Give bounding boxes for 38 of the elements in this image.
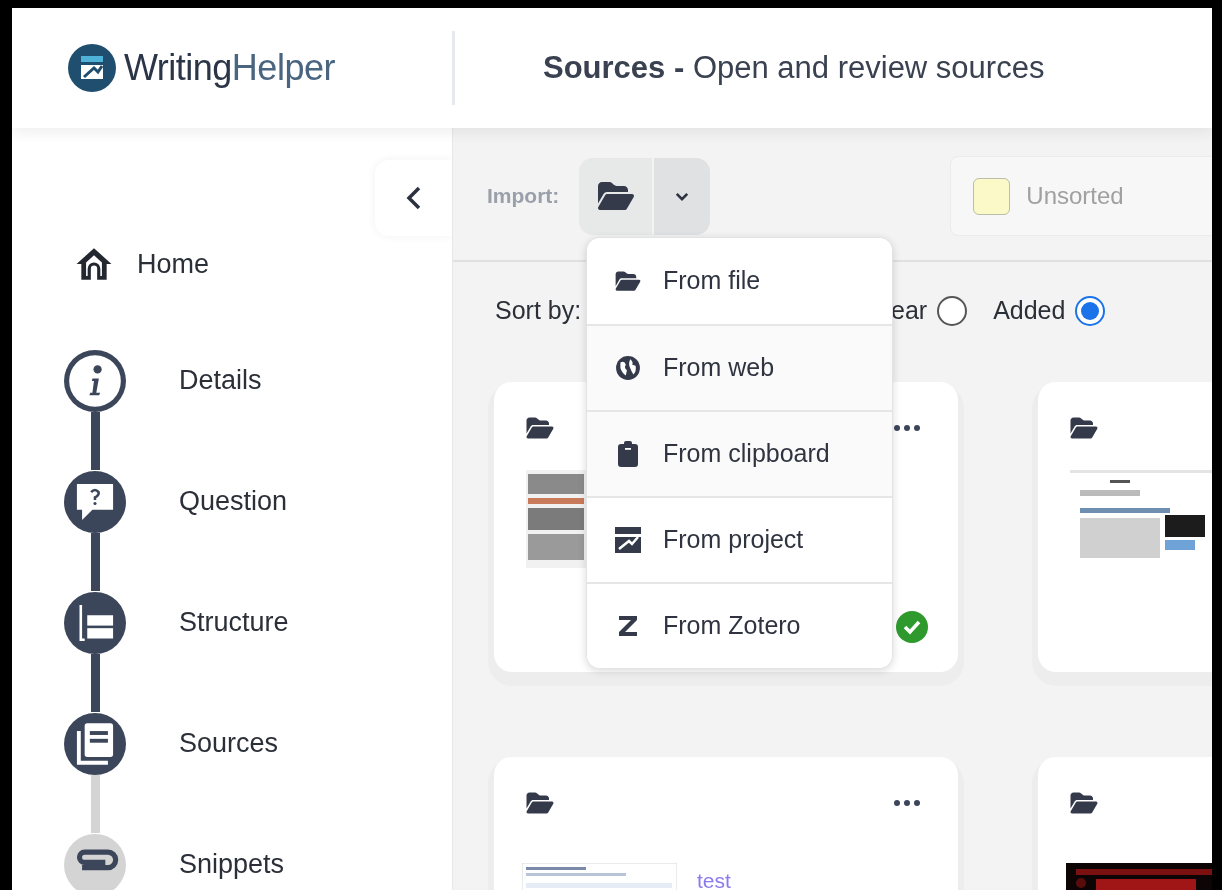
clipboard-icon: [618, 441, 638, 467]
menu-item[interactable]: From file: [587, 238, 892, 324]
step-link[interactable]: Structure: [179, 602, 289, 643]
radio-button[interactable]: [1075, 296, 1106, 326]
step-link[interactable]: Sources: [179, 723, 279, 764]
step-icon[interactable]: [64, 470, 126, 533]
logo-icon: [68, 44, 116, 92]
home-link[interactable]: Home: [75, 243, 210, 285]
chevron-down-icon: [675, 190, 690, 202]
radio-button[interactable]: [937, 296, 968, 326]
more-icon[interactable]: [894, 800, 920, 806]
menu-item[interactable]: From Zotero: [587, 582, 892, 668]
menu-item[interactable]: From project: [587, 496, 892, 582]
step-link[interactable]: Question: [179, 481, 288, 522]
step-icon[interactable]: [64, 833, 126, 890]
step-icon[interactable]: [64, 712, 126, 775]
step-icon[interactable]: [64, 591, 126, 654]
step-link[interactable]: Details: [179, 360, 262, 401]
project-icon: [615, 527, 641, 553]
menu-item[interactable]: From clipboard: [587, 410, 892, 496]
logo-text: Writing: [124, 46, 232, 90]
color-swatch: [973, 177, 1011, 215]
folder-icon: [596, 180, 635, 212]
step-icon[interactable]: [64, 349, 126, 412]
globe-icon: [615, 355, 641, 381]
sort-option[interactable]: Added: [993, 292, 1106, 330]
zotero-icon: [618, 615, 638, 637]
sort-label: Sort by:: [495, 295, 583, 327]
chevron-left-icon: [405, 186, 422, 210]
import-label: Import:: [487, 183, 560, 210]
sort-option[interactable]: ear: [891, 292, 968, 330]
import-file-button[interactable]: [579, 157, 655, 235]
logo-text: Helper: [231, 46, 335, 90]
page-title: Sources - Open and review sources: [543, 48, 1045, 87]
folder-icon: [614, 270, 642, 292]
more-icon[interactable]: [894, 425, 920, 431]
step-link[interactable]: Snippets: [179, 844, 285, 885]
menu-item[interactable]: From web: [587, 324, 892, 410]
